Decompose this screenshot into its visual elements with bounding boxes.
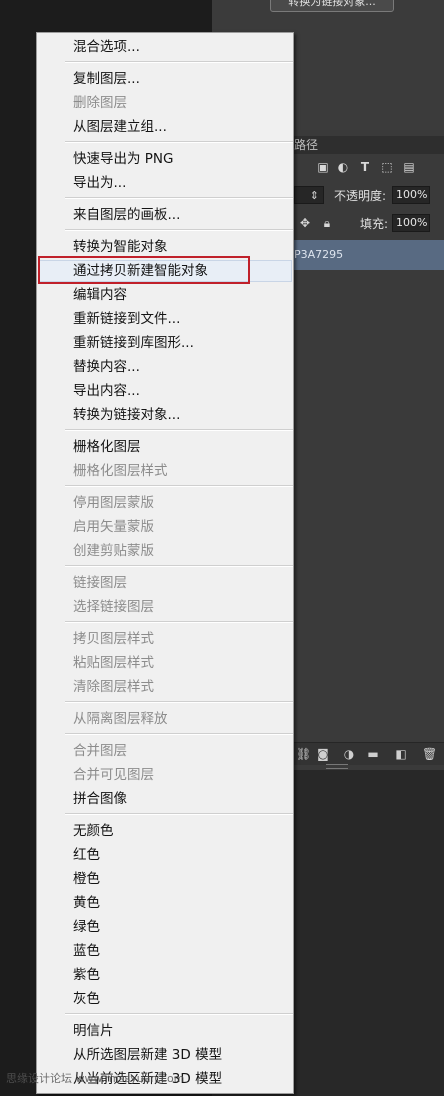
menu-item[interactable]: 重新链接到库图形... [73,332,194,354]
menu-item[interactable]: 黄色 [73,892,100,914]
menu-item[interactable]: 复制图层... [73,68,140,90]
menu-item[interactable]: 明信片 [73,1020,114,1042]
layers-bottom-toolbar: ⛓ ◙ ◑ ▬ ◧ 🗑︎ [294,742,444,765]
opacity-input[interactable]: 100% [392,186,430,204]
menu-item: 合并图层 [73,743,127,759]
tab-paths[interactable]: 路径 [294,137,318,153]
watermark-text: 思缘设计论坛 [6,1072,72,1085]
menu-separator [65,621,293,623]
menu-separator [65,1013,293,1015]
menu-item[interactable]: 编辑内容 [73,284,127,306]
menu-item[interactable]: 快速导出为 PNG [73,148,174,170]
mask-icon[interactable]: ◙ [316,747,330,761]
menu-separator [65,141,293,143]
menu-item: 选择链接图层 [73,599,154,615]
menu-separator [65,701,293,703]
menu-separator [65,197,293,199]
menu-item[interactable]: 导出内容... [73,380,140,402]
resize-grip[interactable] [326,764,348,769]
image-filter-icon[interactable]: ▣ [316,160,330,174]
shape-filter-icon[interactable]: ⬚ [380,160,394,174]
opacity-label: 不透明度: [334,189,387,203]
menu-item: 栅格化图层样式 [73,463,168,479]
new-layer-icon[interactable]: ◧ [394,747,408,761]
menu-item: 清除图层样式 [73,679,154,695]
menu-item[interactable]: 紫色 [73,964,100,986]
convert-to-linked-button[interactable]: 转换为链接对象... [270,0,394,12]
move-lock-icon[interactable]: ✥ [298,216,312,230]
menu-item[interactable]: 替换内容... [73,356,140,378]
menu-separator [65,733,293,735]
link-icon[interactable]: ⛓ [296,747,311,761]
menu-item: 链接图层 [73,575,127,591]
trash-icon[interactable]: 🗑︎ [422,747,437,761]
menu-item: 停用图层蒙版 [73,495,154,511]
menu-item[interactable]: 无颜色 [73,820,114,842]
menu-item[interactable]: 橙色 [73,868,100,890]
menu-separator [65,61,293,63]
adjustment-filter-icon[interactable]: ◐ [336,160,350,174]
menu-item: 合并可见图层 [73,767,154,783]
menu-item[interactable]: 拼合图像 [73,788,127,810]
folder-icon[interactable]: ▬ [366,747,380,761]
menu-item[interactable]: 混合选项... [73,36,140,58]
watermark: 思缘设计论坛 www.missyuan.com [6,1072,184,1086]
menu-item: 删除图层 [73,95,127,111]
menu-item[interactable]: 来自图层的画板... [73,204,180,226]
menu-item[interactable]: 栅格化图层 [73,436,141,458]
menu-item[interactable]: 红色 [73,844,100,866]
menu-item: 拷贝图层样式 [73,631,154,647]
menu-item[interactable]: 从图层建立组... [73,116,167,138]
lock-all-icon[interactable]: 🔒︎ [320,216,334,230]
menu-item[interactable]: 导出为... [73,172,126,194]
menu-separator [65,229,293,231]
menu-item: 创建剪贴蒙版 [73,543,154,559]
menu-item[interactable]: 蓝色 [73,940,100,962]
menu-item[interactable]: 重新链接到文件... [73,308,180,330]
menu-item[interactable]: 绿色 [73,916,100,938]
watermark-url: www.missyuan.com [75,1072,185,1085]
fill-label: 填充: [360,217,389,231]
menu-item: 粘贴图层样式 [73,655,154,671]
layer-filter-toolbar: ▣ ◐ T ⬚ ▤ [294,156,444,178]
layer-context-menu: 混合选项... 复制图层... 删除图层从图层建立组... 快速导出为 PNG 导出为.… [36,32,294,1094]
menu-item[interactable]: 转换为链接对象... [73,404,180,426]
menu-separator [65,485,293,487]
fill-input[interactable]: 100% [392,214,430,232]
type-filter-icon[interactable]: T [358,160,372,174]
menu-item: 启用矢量蒙版 [73,519,154,535]
layer-name: P3A7295 [294,248,344,261]
menu-item[interactable]: 灰色 [73,988,100,1010]
annotation-highlight-box [38,256,250,284]
menu-separator [65,429,293,431]
adjustment-icon[interactable]: ◑ [342,747,356,761]
menu-item[interactable]: 转换为智能对象 [73,236,168,258]
smart-object-filter-icon[interactable]: ▤ [402,160,416,174]
menu-item[interactable]: 从所选图层新建 3D 模型 [73,1044,222,1066]
blend-mode-select[interactable]: ⇕ [294,186,324,204]
menu-separator [65,813,293,815]
menu-separator [65,565,293,567]
menu-item: 从隔离图层释放 [73,711,168,727]
